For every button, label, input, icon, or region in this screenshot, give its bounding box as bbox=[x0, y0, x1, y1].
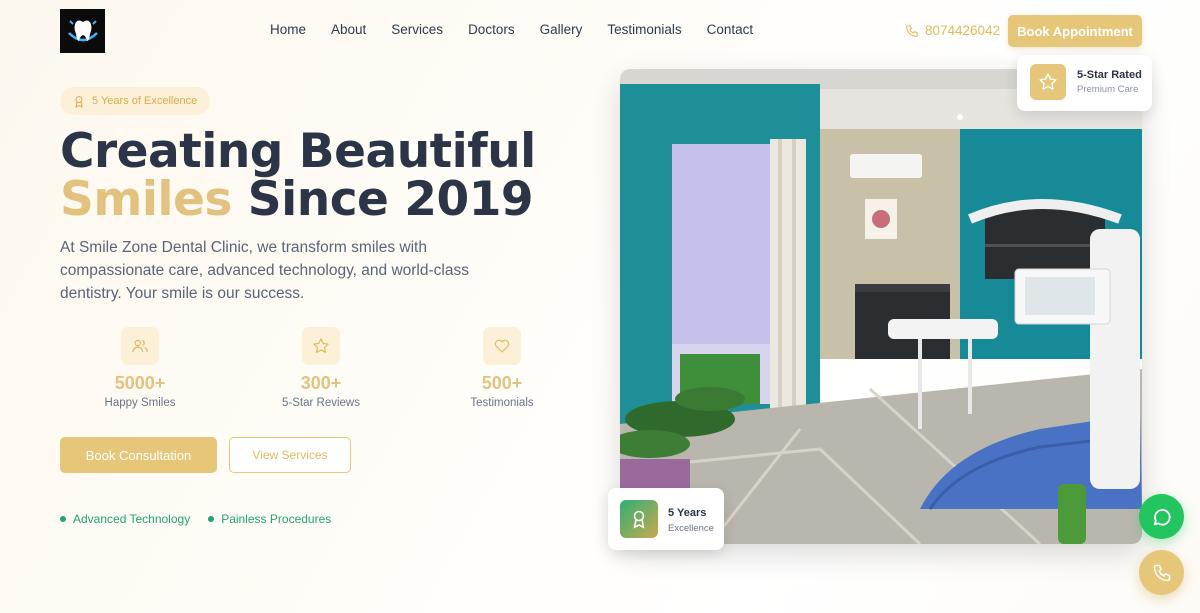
phone-icon bbox=[1153, 564, 1170, 581]
stat-label: 5-Star Reviews bbox=[282, 397, 360, 409]
nav-home[interactable]: Home bbox=[270, 22, 306, 37]
book-appointment-button[interactable]: Book Appointment bbox=[1008, 15, 1142, 47]
clinic-photo bbox=[620, 69, 1142, 544]
users-icon bbox=[121, 327, 159, 365]
book-consultation-button[interactable]: Book Consultation bbox=[60, 437, 217, 473]
hero-description: At Smile Zone Dental Clinic, we transfor… bbox=[60, 239, 469, 302]
stat-label: Happy Smiles bbox=[104, 397, 176, 409]
star-icon bbox=[1030, 64, 1066, 100]
stat-testimonials: 500+ Testimonials bbox=[422, 327, 582, 409]
bullet-dot bbox=[60, 516, 66, 522]
heart-icon bbox=[483, 327, 521, 365]
nav-services[interactable]: Services bbox=[391, 22, 443, 37]
bullet-dot bbox=[208, 516, 215, 522]
nav-testimonials[interactable]: Testimonials bbox=[607, 22, 681, 37]
excellence-badge: 5 Years of Excellence bbox=[60, 87, 211, 115]
stat-value: 500+ bbox=[481, 373, 523, 393]
stats-row: 5000+ Happy Smiles 300+ 5-Star Reviews 5… bbox=[60, 327, 560, 417]
feature-item: Painless Procedures bbox=[208, 512, 331, 526]
years-title: 5 Years bbox=[668, 507, 707, 519]
dental-clinic-illustration bbox=[620, 69, 1142, 544]
phone-link[interactable]: 8074426042 bbox=[905, 23, 1000, 38]
badge-text: 5 Years of Excellence bbox=[92, 95, 198, 107]
stat-value: 300+ bbox=[300, 373, 342, 393]
hero-title: Creating Beautiful Smiles Since 2019 bbox=[60, 128, 536, 224]
call-button[interactable] bbox=[1139, 550, 1184, 595]
star-icon bbox=[302, 327, 340, 365]
whatsapp-chat-button[interactable] bbox=[1139, 494, 1184, 539]
phone-icon bbox=[906, 24, 918, 37]
title-line1: Creating Beautiful bbox=[60, 124, 536, 179]
stat-label: Testimonials bbox=[470, 397, 534, 409]
rated-title: 5-Star Rated bbox=[1077, 69, 1142, 81]
top-navigation: Home About Services Doctors Gallery Test… bbox=[0, 0, 1200, 64]
title-accent: Smiles bbox=[60, 172, 232, 227]
rated-subtitle: Premium Care bbox=[1077, 84, 1139, 95]
feature-label: Advanced Technology bbox=[73, 512, 191, 526]
stat-value: 5000+ bbox=[114, 373, 166, 393]
feature-item: Advanced Technology bbox=[60, 512, 190, 526]
clinic-logo[interactable] bbox=[60, 9, 105, 53]
nav-doctors[interactable]: Doctors bbox=[468, 22, 515, 37]
stat-reviews: 300+ 5-Star Reviews bbox=[241, 327, 401, 409]
nav-links: Home About Services Doctors Gallery Test… bbox=[270, 22, 753, 37]
nav-contact[interactable]: Contact bbox=[707, 22, 754, 37]
years-excellence-card: 5 Years Excellence bbox=[608, 488, 724, 550]
five-star-rated-card: 5-Star Rated Premium Care bbox=[1017, 55, 1152, 111]
nav-gallery[interactable]: Gallery bbox=[540, 22, 583, 37]
feature-label: Painless Procedures bbox=[221, 512, 332, 526]
chat-bubble-icon bbox=[1153, 508, 1171, 526]
title-rest: Since 2019 bbox=[231, 172, 534, 227]
tooth-logo-icon bbox=[67, 20, 98, 42]
view-services-button[interactable]: View Services bbox=[229, 437, 351, 473]
years-subtitle: Excellence bbox=[668, 523, 714, 534]
award-icon bbox=[75, 95, 83, 108]
stat-happy-smiles: 5000+ Happy Smiles bbox=[60, 327, 220, 409]
features-list: Advanced Technology Painless Procedures bbox=[60, 512, 331, 526]
nav-about[interactable]: About bbox=[331, 22, 366, 37]
phone-number: 8074426042 bbox=[925, 23, 1001, 38]
award-icon bbox=[620, 500, 658, 538]
